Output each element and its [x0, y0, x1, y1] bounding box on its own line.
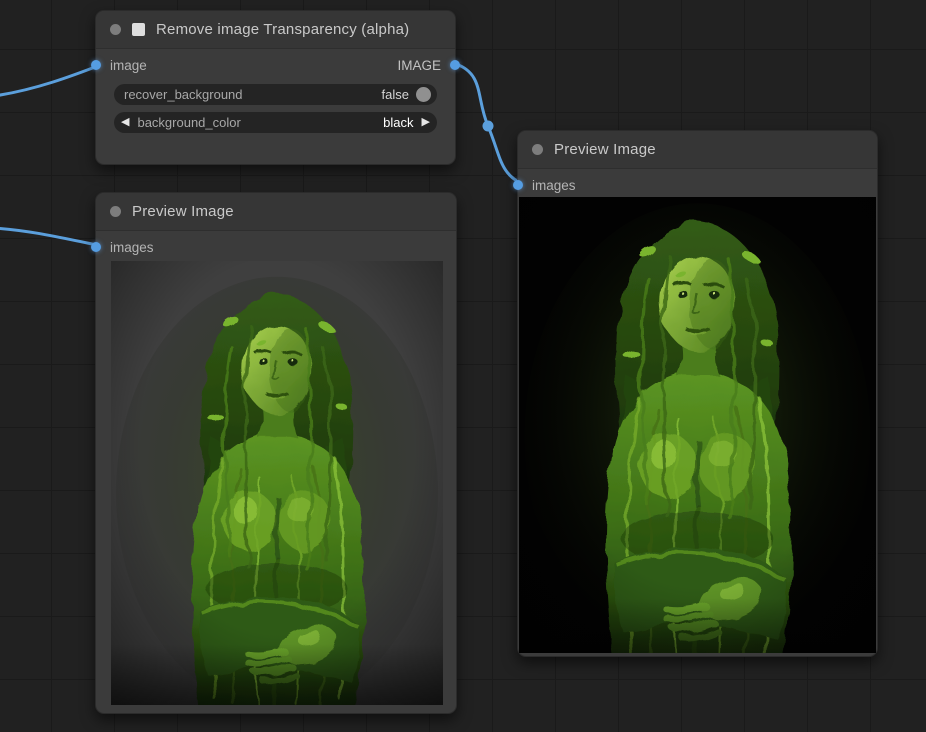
widget-label: background_color	[137, 115, 240, 130]
node-title: Preview Image	[132, 203, 234, 220]
input-port-image[interactable]	[91, 60, 101, 70]
node-preview-image-left[interactable]: Preview Image images	[95, 192, 457, 714]
widget-value: black	[383, 115, 413, 130]
widget-label: recover_background	[124, 87, 243, 102]
green-figure-artwork	[519, 197, 876, 653]
slot-row: image IMAGE	[96, 53, 455, 77]
node-box-icon	[132, 23, 145, 36]
node-graph-canvas[interactable]: Remove image Transparency (alpha) image …	[0, 0, 926, 732]
node-title: Remove image Transparency (alpha)	[156, 21, 409, 38]
node-title: Preview Image	[554, 141, 656, 158]
node-header[interactable]: Remove image Transparency (alpha)	[96, 11, 455, 49]
input-slot-label: images	[110, 240, 154, 255]
input-slot-label: images	[532, 178, 576, 193]
input-slot-images[interactable]: images	[532, 178, 576, 193]
green-figure-artwork	[111, 261, 443, 705]
preview-image	[519, 197, 876, 653]
output-slot-image[interactable]: IMAGE	[397, 58, 441, 73]
node-remove-image-transparency[interactable]: Remove image Transparency (alpha) image …	[95, 10, 456, 165]
collapse-dot-icon[interactable]	[532, 144, 543, 155]
collapse-dot-icon[interactable]	[110, 206, 121, 217]
widget-recover-background[interactable]: recover_background false	[114, 84, 437, 105]
node-header[interactable]: Preview Image	[96, 193, 456, 231]
input-slot-images[interactable]: images	[110, 240, 154, 255]
slot-row: images	[96, 235, 456, 259]
toggle-knob-icon[interactable]	[416, 87, 431, 102]
widget-value: false	[382, 87, 409, 102]
input-port-images[interactable]	[513, 180, 523, 190]
input-slot-label: image	[110, 58, 147, 73]
combo-right-arrow-icon[interactable]: ▶	[422, 117, 430, 128]
node-preview-image-right[interactable]: Preview Image images	[517, 130, 878, 657]
output-slot-label: IMAGE	[397, 58, 441, 73]
widget-background-color[interactable]: ◀ background_color black ▶	[114, 112, 437, 133]
output-port-image[interactable]	[450, 60, 460, 70]
input-slot-image[interactable]: image	[110, 58, 147, 73]
link-wire-into-images-input-left[interactable]	[0, 228, 103, 246]
input-port-images[interactable]	[91, 242, 101, 252]
collapse-dot-icon[interactable]	[110, 24, 121, 35]
link-wire-image-to-preview[interactable]	[456, 64, 524, 184]
link-wire-into-image-input[interactable]	[0, 64, 103, 96]
node-header[interactable]: Preview Image	[518, 131, 877, 169]
preview-image	[111, 261, 443, 705]
slot-row: images	[518, 173, 877, 197]
combo-left-arrow-icon[interactable]: ◀	[121, 117, 129, 128]
